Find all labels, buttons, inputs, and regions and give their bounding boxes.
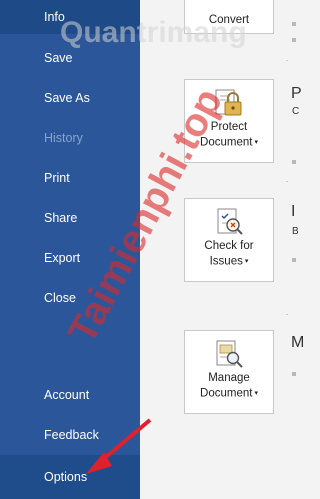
nav-share[interactable]: Share — [0, 198, 140, 238]
convert-label: Convert — [208, 14, 250, 26]
nav-save-as[interactable]: Save As — [0, 78, 140, 118]
nav-history-label: History — [44, 131, 83, 145]
manage-document-icon — [216, 340, 243, 368]
lock-document-icon — [215, 89, 242, 116]
chevron-down-icon: ▾ — [244, 258, 249, 265]
section-heading-protect: P — [291, 85, 302, 102]
nav-feedback-label: Feedback — [44, 428, 99, 442]
nav-save-label: Save — [44, 51, 73, 65]
protect-document-label-2-text: Document — [200, 136, 253, 149]
nav-share-label: Share — [44, 211, 78, 225]
scrollbar-mark — [292, 38, 296, 42]
manage-document-button[interactable]: Manage Document ▾ — [184, 330, 274, 414]
manage-document-label-2-text: Document — [200, 387, 253, 400]
protect-document-label-2: Document ▾ — [185, 135, 273, 151]
section-divider — [286, 181, 288, 182]
section-heading-inspect: I — [291, 203, 296, 220]
section-text-protect: C — [292, 106, 300, 117]
protect-document-label-1: Protect — [210, 121, 248, 133]
section-text-inspect: B — [292, 226, 299, 237]
section-divider — [286, 314, 288, 315]
nav-print-label: Print — [44, 171, 70, 185]
nav-history: History — [0, 118, 140, 158]
nav-close[interactable]: Close — [0, 278, 140, 318]
nav-options[interactable]: Options — [0, 455, 140, 499]
nav-feedback[interactable]: Feedback — [0, 415, 140, 455]
nav-print[interactable]: Print — [0, 158, 140, 198]
inspect-document-icon — [217, 208, 243, 235]
nav-options-label: Options — [44, 470, 88, 484]
nav-save[interactable]: Save — [0, 38, 140, 78]
info-panel: Convert Protect Document ▾ Check for Issu… — [140, 0, 304, 499]
protect-document-button[interactable]: Protect Document ▾ — [184, 79, 274, 163]
nav-save-as-label: Save As — [44, 91, 90, 105]
nav-info-label: Info — [44, 10, 65, 24]
check-for-issues-label-2: Issues ▾ — [185, 254, 273, 270]
nav-export[interactable]: Export — [0, 238, 140, 278]
section-heading-manage: M — [291, 334, 305, 351]
nav-account[interactable]: Account — [0, 375, 140, 415]
scrollbar-mark — [292, 160, 296, 164]
nav-account-label: Account — [44, 388, 90, 402]
check-for-issues-button[interactable]: Check for Issues ▾ — [184, 198, 274, 282]
section-divider — [286, 60, 288, 61]
nav-info[interactable]: Info — [0, 0, 140, 34]
check-for-issues-label-1: Check for — [204, 240, 254, 252]
scrollbar-mark — [292, 22, 296, 26]
backstage-sidebar: Info Save Save As History Print Share Ex… — [0, 0, 140, 499]
check-for-issues-label-2-text: Issues — [209, 255, 243, 268]
manage-document-label-2: Document ▾ — [185, 386, 273, 402]
scrollbar-mark — [292, 258, 296, 262]
chevron-down-icon: ▾ — [254, 390, 258, 397]
manage-document-label-1: Manage — [208, 372, 250, 384]
convert-button[interactable]: Convert — [184, 0, 274, 34]
nav-close-label: Close — [44, 291, 76, 305]
nav-export-label: Export — [44, 251, 81, 265]
scrollbar-mark — [292, 372, 296, 376]
chevron-down-icon: ▾ — [254, 139, 258, 146]
